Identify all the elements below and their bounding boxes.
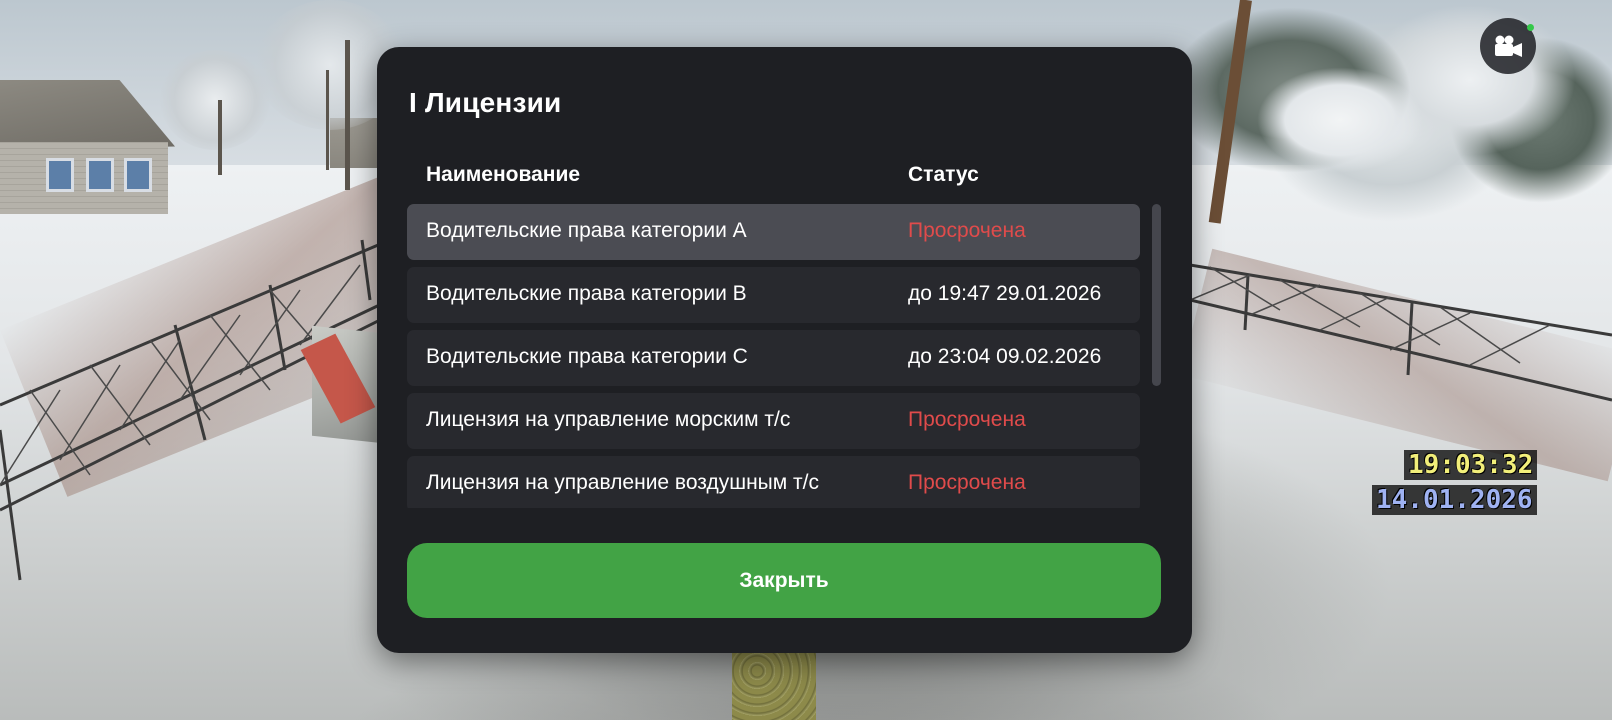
license-row[interactable]: Водительские права категории C до 23:04 … [407,330,1140,386]
tree-trunk [326,70,329,170]
licenses-dialog: I Лицензии Наименование Статус Водительс… [377,47,1192,653]
house [0,80,175,220]
license-list[interactable]: Водительские права категории А Просрочен… [407,204,1140,508]
license-status: до 19:47 29.01.2026 [908,282,1102,305]
license-name: Лицензия на управление воздушным т/с [426,471,819,494]
license-row[interactable]: Водительские права категории А Просрочен… [407,204,1140,260]
hud-clock-time: 19:03:32 [1404,450,1538,480]
license-status: Просрочена [908,408,1026,431]
house-window [46,158,74,192]
tree-trunk [345,40,350,190]
tree-trunk [218,100,222,175]
license-name: Водительские права категории А [426,219,747,242]
house-window [124,158,152,192]
license-status: до 23:04 09.02.2026 [908,345,1102,368]
house-window [86,158,114,192]
license-row[interactable]: Водительские права категории B до 19:47 … [407,267,1140,323]
license-status: Просрочена [908,471,1026,494]
player-character [732,650,816,720]
column-header-name: Наименование [426,163,581,186]
game-viewport: 19:03:32 14.01.2026 I Лицензии Наименова… [0,0,1612,720]
recording-status-dot [1527,24,1534,31]
license-name: Водительские права категории C [426,345,748,368]
snowy-tree [160,50,270,150]
license-row[interactable]: Лицензия на управление морским т/с Проср… [407,393,1140,449]
column-header-status: Статус [908,163,979,186]
hud-clock-date: 14.01.2026 [1372,485,1537,515]
license-name: Водительские права категории B [426,282,747,305]
list-scrollbar[interactable] [1152,204,1161,508]
fence-right [1190,263,1612,402]
video-camera-icon [1495,35,1522,57]
license-row[interactable]: Лицензия на управление воздушным т/с Про… [407,456,1140,508]
license-name: Лицензия на управление морским т/с [426,408,791,431]
scrollbar-thumb[interactable] [1152,204,1161,386]
house-roof [0,80,175,150]
record-button[interactable] [1480,18,1536,74]
close-button[interactable]: Закрыть [407,543,1161,618]
dialog-title: I Лицензии [409,87,562,118]
license-status: Просрочена [908,219,1026,242]
barrier-stripe [300,333,376,424]
